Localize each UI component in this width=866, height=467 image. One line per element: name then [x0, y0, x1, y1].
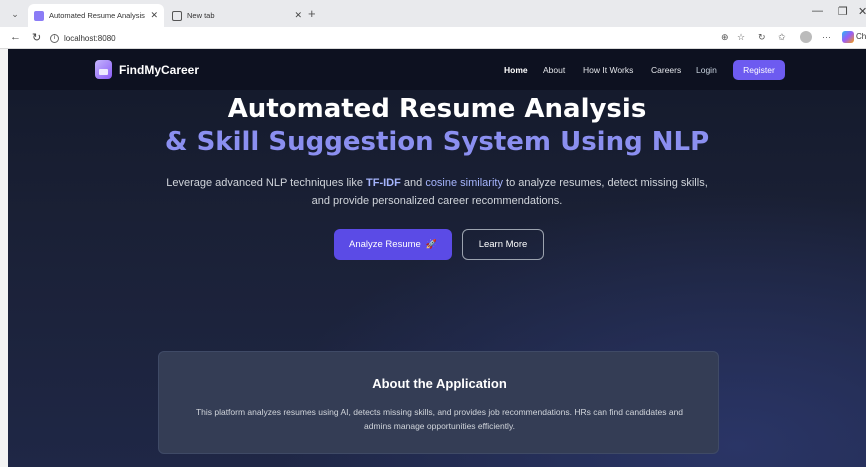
- site-info-icon[interactable]: i: [50, 33, 59, 43]
- copilot-label: Ch: [856, 32, 866, 41]
- zoom-icon[interactable]: ⊕: [721, 32, 729, 43]
- tab-new-tab[interactable]: New tab ✕: [166, 4, 308, 27]
- about-card: About the Application This platform anal…: [158, 351, 719, 454]
- brand-logo-icon: [95, 60, 112, 79]
- window-close-icon[interactable]: ✕: [858, 5, 866, 18]
- reload-icon[interactable]: ↻: [32, 31, 41, 44]
- hero-highlight-tfidf: TF-IDF: [366, 177, 401, 189]
- tab-title: New tab: [187, 11, 215, 20]
- nav-link-home[interactable]: Home: [504, 65, 528, 75]
- analyze-resume-label: Analyze Resume: [348, 239, 421, 250]
- new-tab-button[interactable]: +: [308, 6, 316, 21]
- back-icon[interactable]: ←: [10, 31, 21, 43]
- tab-active[interactable]: Automated Resume Analysis & Ski ✕: [28, 4, 164, 27]
- site-favicon-icon: [34, 10, 44, 21]
- about-title: About the Application: [372, 376, 507, 391]
- hero-desc-text: Leverage advanced NLP techniques like: [166, 177, 367, 189]
- favorites-icon[interactable]: ✩: [778, 32, 786, 43]
- hero-subtitle: & Skill Suggestion System Using NLP: [164, 127, 710, 157]
- new-tab-favicon-icon: [172, 10, 182, 21]
- analyze-resume-button[interactable]: Analyze Resume 🚀: [334, 229, 452, 260]
- tab-actions-menu-icon[interactable]: ⌄: [8, 7, 22, 21]
- brand[interactable]: FindMyCareer: [95, 60, 199, 79]
- copilot-icon[interactable]: [842, 31, 854, 43]
- nav-link-how-it-works[interactable]: How It Works: [583, 65, 633, 75]
- close-tab-icon[interactable]: ✕: [294, 10, 302, 21]
- brand-name: FindMyCareer: [119, 62, 200, 77]
- nav-link-careers[interactable]: Careers: [651, 65, 681, 75]
- more-menu-icon[interactable]: ···: [822, 32, 831, 42]
- hero-highlight-cosine: cosine similarity: [425, 177, 503, 189]
- page-viewport: FindMyCareer Home About How It Works Car…: [8, 49, 866, 467]
- favorite-star-icon[interactable]: ☆: [737, 32, 745, 43]
- url-field[interactable]: i localhost:8080: [50, 30, 680, 46]
- minimize-icon[interactable]: —: [812, 5, 823, 17]
- address-bar: ← ↻ i localhost:8080 ⊕ ☆ ↻ ✩ ··· Ch: [0, 27, 866, 49]
- maximize-icon[interactable]: ❐: [838, 5, 848, 18]
- tab-title: Automated Resume Analysis & Ski: [49, 11, 146, 20]
- refresh-extension-icon[interactable]: ↻: [758, 32, 766, 43]
- learn-more-label: Learn More: [478, 239, 528, 250]
- rocket-icon: 🚀: [425, 239, 438, 249]
- learn-more-button[interactable]: Learn More: [462, 229, 544, 260]
- hero-desc-text: and: [400, 177, 426, 189]
- nav-link-login[interactable]: Login: [696, 65, 717, 75]
- browser-tabbar: ⌄ Automated Resume Analysis & Ski ✕ New …: [0, 0, 866, 27]
- url-text: localhost:8080: [64, 33, 116, 43]
- register-button[interactable]: Register: [733, 60, 785, 80]
- about-text: This platform analyzes resumes using AI,…: [195, 407, 684, 431]
- site-navbar: FindMyCareer Home About How It Works Car…: [8, 49, 866, 90]
- nav-link-about[interactable]: About: [543, 65, 565, 75]
- hero-title: Automated Resume Analysis: [227, 94, 647, 124]
- hero-description: Leverage advanced NLP techniques like TF…: [162, 174, 712, 210]
- close-tab-icon[interactable]: ✕: [150, 10, 158, 21]
- profile-avatar[interactable]: [800, 31, 812, 43]
